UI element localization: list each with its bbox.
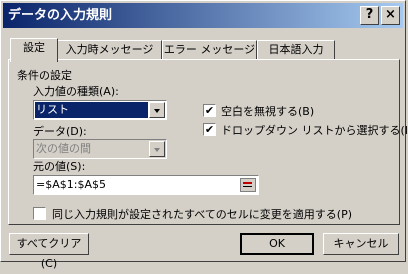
allow-label: 入力値の種類(A): [33,85,119,98]
in-cell-dropdown-checkbox[interactable]: ✔ [203,123,216,136]
source-label: 元の値(S): [33,160,86,173]
tab-error-message[interactable]: エラー メッセージ [162,40,257,60]
title-bar[interactable]: データの入力規則 ? × [3,3,403,28]
in-cell-dropdown-label: ドロップダウン リストから選択する(I) [221,124,408,137]
ignore-blank-checkbox[interactable]: ✔ [203,104,216,117]
check-icon: ✔ [204,104,215,117]
help-button[interactable]: ? [360,6,379,25]
check-icon: ✔ [204,123,215,136]
collapse-dialog-icon[interactable] [240,178,256,192]
source-input[interactable]: =$A$1:$A$5 [33,175,259,195]
tab-input-message[interactable]: 入力時メッセージ [57,40,162,60]
data-label: データ(D): [33,125,87,138]
settings-panel: 条件の設定 入力値の種類(A): リスト データ(D): 次の値の間 元の値(S… [8,59,408,225]
data-value: 次の値の間 [36,142,91,155]
data-validation-dialog: データの入力規則 ? × 設定 入力時メッセージ エラー メッセージ 日本語入力… [0,0,408,270]
close-button[interactable]: × [381,6,400,25]
tab-ime-mode[interactable]: 日本語入力 [257,40,335,60]
cancel-button[interactable]: キャンセル [323,233,399,255]
window-title: データの入力規則 [8,8,113,23]
source-value: =$A$1:$A$5 [36,178,106,191]
tab-settings[interactable]: 設定 [10,38,58,62]
data-select[interactable]: 次の値の間 [33,139,167,159]
chevron-down-icon[interactable] [149,141,165,157]
allow-select[interactable]: リスト [33,100,167,120]
ok-button[interactable]: OK [240,233,314,255]
clear-all-button[interactable]: すべてクリア(C) [9,233,89,270]
apply-to-all-label: 同じ入力規則が設定されたすべてのセルに変更を適用する(P) [52,208,353,221]
apply-to-all-checkbox[interactable] [33,207,46,220]
allow-value: リスト [35,102,148,118]
criteria-group-label: 条件の設定 [17,69,72,82]
ignore-blank-label: 空白を無視する(B) [221,105,315,118]
chevron-down-icon[interactable] [149,102,165,118]
